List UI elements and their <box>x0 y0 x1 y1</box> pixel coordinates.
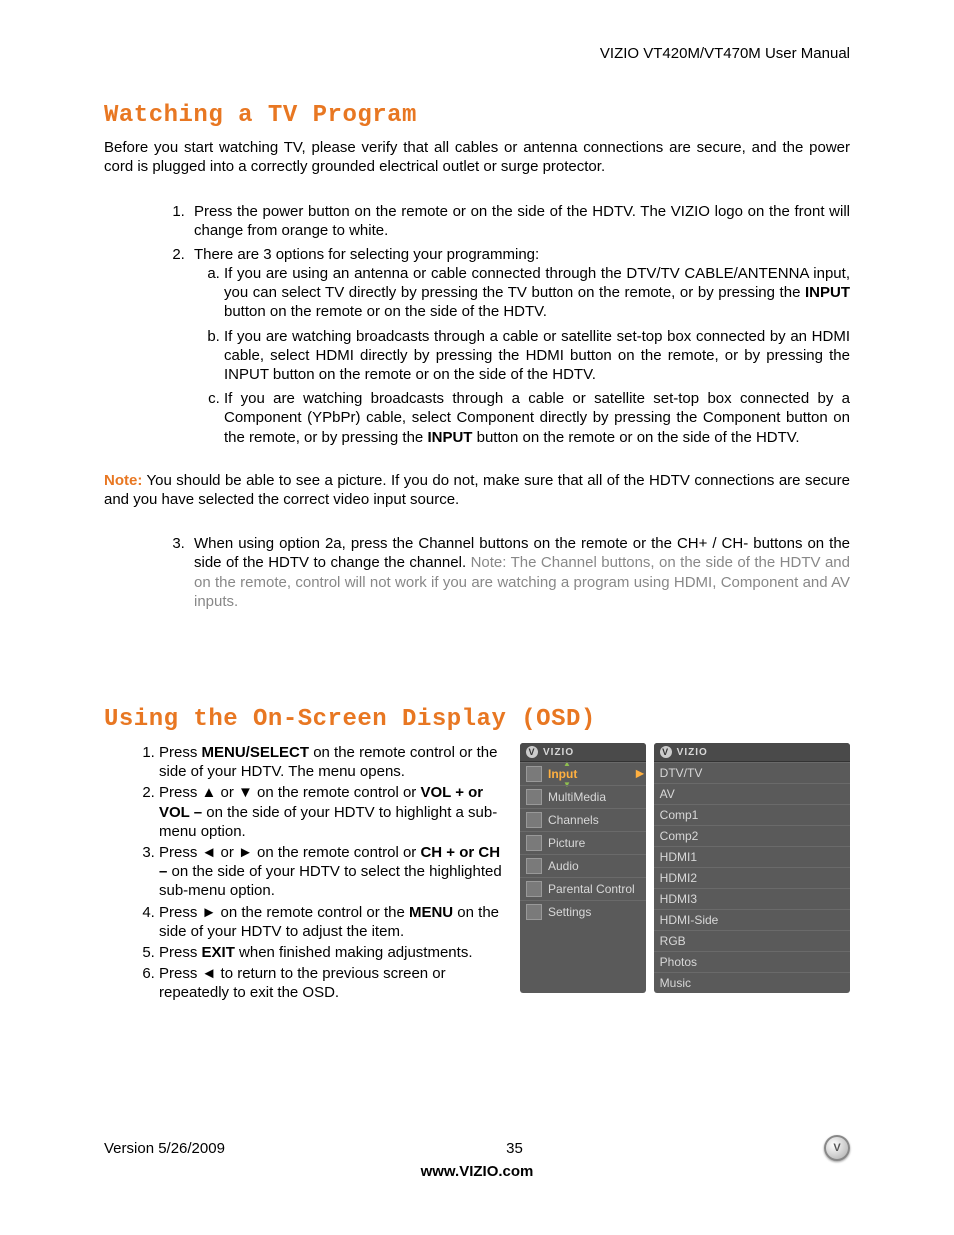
caret-right-icon: ▶ <box>636 769 644 780</box>
osd-step-3: Press ◄ or ► on the remote control or CH… <box>159 843 508 901</box>
audio-icon <box>526 858 542 874</box>
osd-label: RGB <box>660 934 686 948</box>
step-2c-post: button on the remote or on the side of t… <box>472 429 799 446</box>
osd-sub-photos: Photos <box>654 951 850 972</box>
footer-url: www.VIZIO.com <box>104 1163 850 1180</box>
osd-label: MultiMedia <box>548 790 606 804</box>
osd-sub-comp2: Comp2 <box>654 825 850 846</box>
step-2c-bold: INPUT <box>427 429 472 446</box>
steps-list-1b: When using option 2a, press the Channel … <box>104 534 850 611</box>
heading-watching-tv: Watching a TV Program <box>104 102 850 129</box>
osd-label: Photos <box>660 955 697 969</box>
note-text: You should be able to see a picture. If … <box>104 472 850 508</box>
header-product-line: VIZIO VT420M/VT470M User Manual <box>104 45 850 62</box>
heading-osd: Using the On-Screen Display (OSD) <box>104 706 850 733</box>
vizio-logo-icon: V <box>660 746 672 758</box>
note-paragraph: Note: You should be able to see a pictur… <box>104 472 850 510</box>
step-2-text: There are 3 options for selecting your p… <box>194 246 539 263</box>
osd-step-4: Press ► on the remote control or the MEN… <box>159 903 508 941</box>
t: MENU <box>409 904 453 921</box>
step-1: Press the power button on the remote or … <box>189 202 850 240</box>
osd-item-multimedia: MultiMedia <box>520 785 646 808</box>
osd-step-6: Press ◄ to return to the previous screen… <box>159 964 508 1002</box>
osd-label: HDMI-Side <box>660 913 719 927</box>
osd-item-input: Input ▶ <box>520 762 646 785</box>
step-2a-bold: INPUT <box>805 284 850 301</box>
osd-brand-text: VIZIO <box>677 747 708 758</box>
osd-label: HDMI2 <box>660 871 697 885</box>
osd-sub-comp1: Comp1 <box>654 804 850 825</box>
t: on the side of your HDTV to highlight a … <box>159 804 497 840</box>
osd-label: HDMI3 <box>660 892 697 906</box>
osd-item-picture: Picture <box>520 831 646 854</box>
osd-sub-dtvtv: DTV/TV <box>654 762 850 783</box>
t: EXIT <box>202 944 235 961</box>
osd-label: Settings <box>548 905 591 919</box>
t: when finished making adjustments. <box>235 944 473 961</box>
osd-label: Audio <box>548 859 579 873</box>
step-2a-post: button on the remote or on the side of t… <box>224 303 547 320</box>
osd-label: Music <box>660 976 691 990</box>
step-2c: If you are watching broadcasts through a… <box>224 389 850 447</box>
osd-sub-rgb: RGB <box>654 930 850 951</box>
osd-sub-music: Music <box>654 972 850 993</box>
osd-brand-header: V VIZIO <box>520 743 646 762</box>
osd-sub-hdmiside: HDMI-Side <box>654 909 850 930</box>
intro-paragraph: Before you start watching TV, please ver… <box>104 139 850 177</box>
osd-label: DTV/TV <box>660 766 703 780</box>
osd-label: Channels <box>548 813 599 827</box>
osd-figure: V VIZIO ▲ Input ▶ ▼ MultiMedia Channels … <box>520 743 850 993</box>
t: on the side of your HDTV to select the h… <box>159 863 502 899</box>
osd-step-1: Press MENU/SELECT on the remote control … <box>159 743 508 781</box>
osd-label: Input <box>548 767 577 781</box>
osd-item-parental: Parental Control <box>520 877 646 900</box>
step-2: There are 3 options for selecting your p… <box>189 245 850 447</box>
osd-step-5: Press EXIT when finished making adjustme… <box>159 943 508 962</box>
osd-label: Parental Control <box>548 882 635 896</box>
t: Press <box>159 744 202 761</box>
osd-item-settings: Settings <box>520 900 646 923</box>
t: Press ▲ or ▼ on the remote control or <box>159 784 420 801</box>
t: Press ► on the remote control or the <box>159 904 409 921</box>
step-2a-pre: If you are using an antenna or cable con… <box>224 265 850 301</box>
osd-label: HDMI1 <box>660 850 697 864</box>
t: Press ◄ or ► on the remote control or <box>159 844 420 861</box>
steps-list-1: Press the power button on the remote or … <box>104 202 850 447</box>
t: MENU/SELECT <box>202 744 310 761</box>
step-2b: If you are watching broadcasts through a… <box>224 327 850 385</box>
osd-label: Comp1 <box>660 808 699 822</box>
step-2a: If you are using an antenna or cable con… <box>224 264 850 322</box>
footer-version: Version 5/26/2009 <box>104 1140 225 1157</box>
page-footer: Version 5/26/2009 35 V www.VIZIO.com <box>104 1135 850 1180</box>
osd-sub-hdmi3: HDMI3 <box>654 888 850 909</box>
step-3: When using option 2a, press the Channel … <box>189 534 850 611</box>
picture-icon <box>526 835 542 851</box>
note-label: Note: <box>104 472 142 489</box>
input-icon <box>526 766 542 782</box>
osd-step-2: Press ▲ or ▼ on the remote control or VO… <box>159 783 508 841</box>
parental-icon <box>526 881 542 897</box>
osd-input-submenu: V VIZIO DTV/TV AV Comp1 Comp2 HDMI1 HDMI… <box>654 743 850 993</box>
step-2-sublist: If you are using an antenna or cable con… <box>194 264 850 447</box>
osd-steps: Press MENU/SELECT on the remote control … <box>104 743 508 1002</box>
osd-brand-header-2: V VIZIO <box>654 743 850 762</box>
osd-label: Picture <box>548 836 585 850</box>
settings-icon <box>526 904 542 920</box>
osd-sub-av: AV <box>654 783 850 804</box>
osd-sub-hdmi1: HDMI1 <box>654 846 850 867</box>
osd-label: AV <box>660 787 675 801</box>
footer-page-number: 35 <box>506 1140 523 1157</box>
osd-item-audio: Audio <box>520 854 646 877</box>
multimedia-icon <box>526 789 542 805</box>
osd-brand-text: VIZIO <box>543 747 574 758</box>
vizio-footer-logo-icon: V <box>824 1135 850 1161</box>
t: Press <box>159 944 202 961</box>
osd-sub-hdmi2: HDMI2 <box>654 867 850 888</box>
osd-main-menu: V VIZIO ▲ Input ▶ ▼ MultiMedia Channels … <box>520 743 646 993</box>
vizio-logo-icon: V <box>526 746 538 758</box>
osd-item-channels: Channels <box>520 808 646 831</box>
osd-label: Comp2 <box>660 829 699 843</box>
channels-icon <box>526 812 542 828</box>
